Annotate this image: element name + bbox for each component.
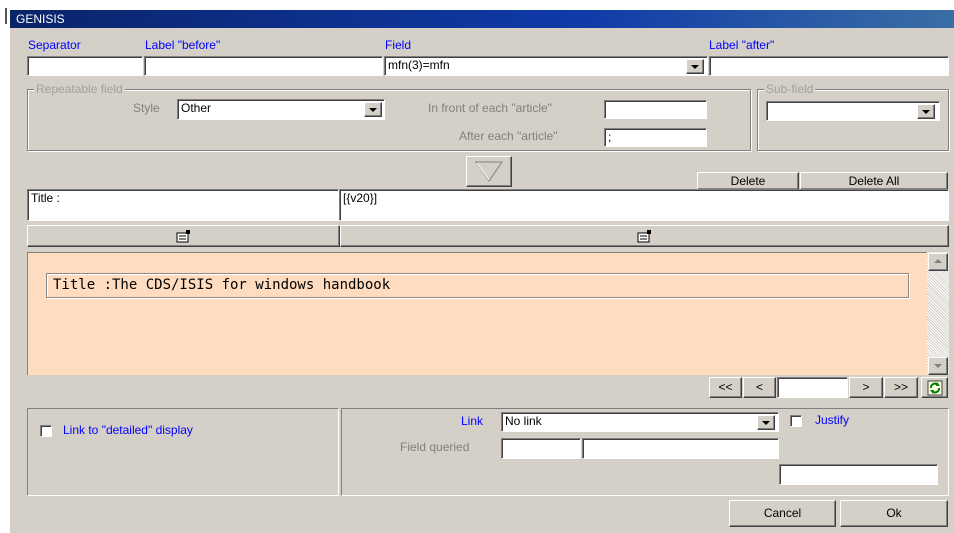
justify-checkbox[interactable] [790, 415, 802, 427]
format-properties-button[interactable] [340, 225, 949, 247]
label-before-label: Label "before" [145, 38, 221, 52]
properties-icon [176, 230, 190, 243]
field-queried-input-2[interactable] [582, 438, 779, 459]
first-page-button[interactable]: << [709, 377, 742, 398]
scroll-down-button[interactable] [928, 357, 948, 375]
field-select[interactable]: mfn(3)=mfn [384, 56, 708, 76]
title-bar: GENISIS [10, 10, 954, 28]
style-select-value: Other [181, 101, 212, 115]
justify-label: Justify [815, 413, 850, 427]
link-label: Link [461, 414, 484, 428]
link-select[interactable]: No link [501, 412, 779, 432]
link-extra-input[interactable] [779, 464, 938, 485]
ok-button[interactable]: Ok [840, 500, 948, 527]
funnel-icon [475, 161, 503, 182]
window-edge-marker [5, 8, 7, 24]
properties-icon [637, 230, 651, 243]
row-format-input[interactable]: [{v20}] [339, 189, 949, 221]
label-after-label: Label "after" [709, 38, 775, 52]
cancel-button[interactable]: Cancel [729, 500, 836, 527]
field-label: Field [385, 38, 412, 52]
field-dropdown-button[interactable] [686, 59, 704, 74]
sub-field-legend: Sub-field [764, 82, 816, 96]
detailed-link-panel [27, 408, 339, 496]
chevron-down-icon [922, 109, 930, 114]
separator-input[interactable] [27, 56, 143, 76]
next-page-button[interactable]: > [849, 377, 883, 398]
field-queried-label: Field queried [400, 440, 470, 454]
sub-field-select[interactable] [766, 101, 940, 121]
style-dropdown-button[interactable] [364, 102, 382, 117]
in-front-input[interactable] [604, 100, 707, 119]
chevron-down-icon [762, 420, 770, 425]
detailed-display-label: Link to "detailed" display [63, 423, 193, 437]
arrow-down-icon [934, 364, 942, 368]
left-margin [0, 0, 10, 533]
refresh-icon [927, 380, 942, 396]
in-front-label: In front of each "article" [428, 101, 552, 115]
label-properties-button[interactable] [27, 225, 340, 247]
refresh-button[interactable] [921, 377, 948, 398]
chevron-down-icon [369, 107, 377, 112]
delete-button[interactable]: Delete [697, 172, 799, 190]
last-page-button[interactable]: >> [884, 377, 918, 398]
separator-label: Separator [28, 38, 81, 52]
after-each-input[interactable]: ; [604, 128, 707, 147]
field-queried-input-1[interactable] [501, 438, 581, 459]
link-dropdown-button[interactable] [757, 415, 775, 430]
sub-field-dropdown-button[interactable] [917, 104, 935, 119]
style-select[interactable]: Other [177, 99, 385, 120]
detailed-display-checkbox[interactable] [40, 425, 52, 437]
link-select-value: No link [505, 414, 542, 428]
previous-page-button[interactable]: < [743, 377, 776, 398]
delete-all-button[interactable]: Delete All [800, 172, 948, 190]
style-label: Style [133, 101, 160, 115]
scroll-up-button[interactable] [928, 253, 948, 271]
label-before-input[interactable] [144, 56, 383, 76]
page-number-input[interactable] [777, 377, 848, 398]
arrow-up-icon [934, 259, 942, 263]
row-label-input[interactable]: Title : [27, 189, 339, 221]
add-line-button[interactable] [466, 156, 512, 187]
preview-pane [27, 252, 927, 375]
preview-line: Title :The CDS/ISIS for windows handbook [46, 273, 909, 298]
label-after-input[interactable] [709, 56, 949, 76]
chevron-down-icon [691, 64, 699, 69]
after-each-label: After each "article" [459, 129, 558, 143]
field-select-value: mfn(3)=mfn [388, 58, 450, 72]
repeatable-field-legend: Repeatable field [34, 82, 125, 96]
